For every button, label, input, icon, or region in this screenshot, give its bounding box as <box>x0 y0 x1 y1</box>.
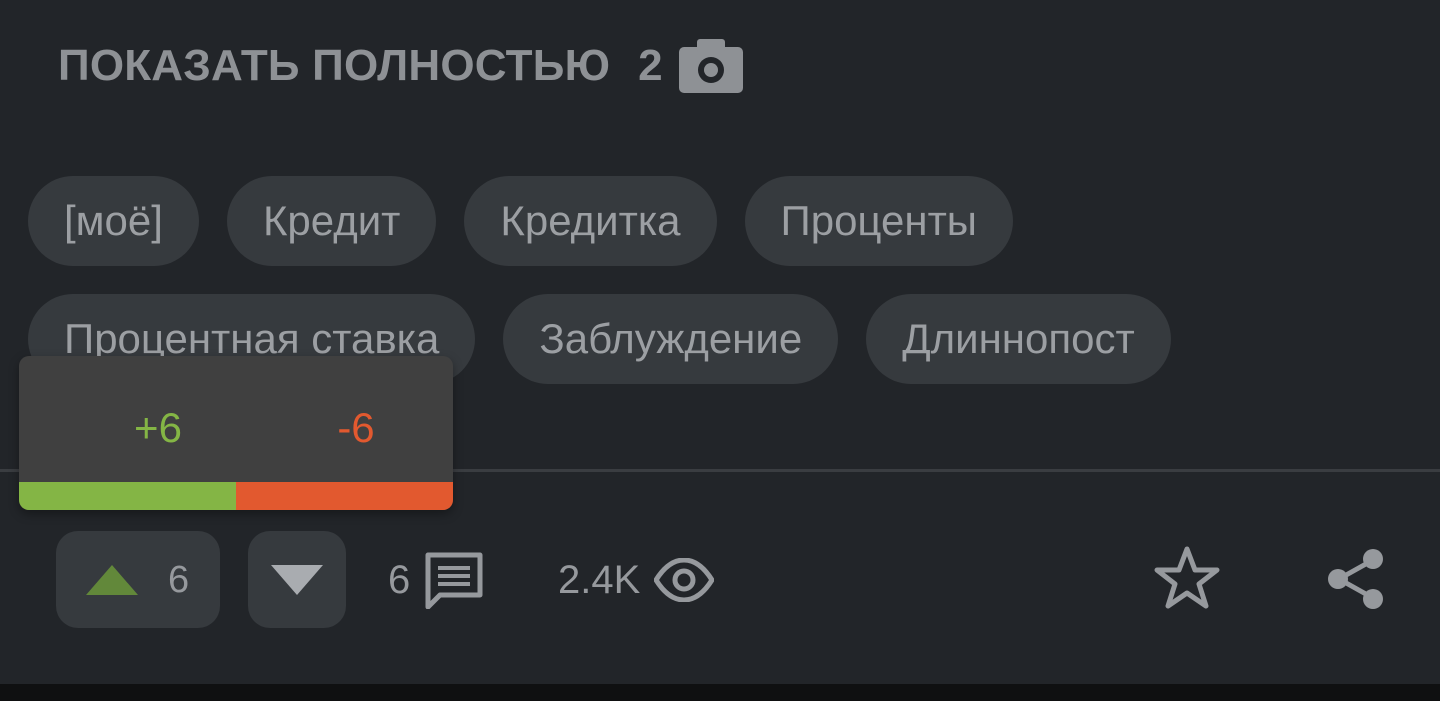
views-stat: 2.4K <box>558 548 715 612</box>
rating-breakdown-popup: +6 -6 <box>19 356 453 510</box>
bottom-bar <box>0 684 1440 701</box>
tag-chip-protsenty[interactable]: Проценты <box>744 176 1013 266</box>
tag-row: [моё] Кредит Кредитка Проценты <box>28 176 1428 266</box>
show-full-label: ПОКАЗАТЬ ПОЛНОСТЬЮ <box>58 41 611 90</box>
eye-icon <box>654 558 715 602</box>
downvote-button[interactable] <box>248 531 346 628</box>
upvote-button[interactable]: 6 <box>56 531 220 628</box>
comment-icon <box>425 552 483 609</box>
tag-chip-moe[interactable]: [моё] <box>28 176 199 266</box>
rating-minus-value: -6 <box>337 404 375 451</box>
tag-chip-kreditka[interactable]: Кредитка <box>464 176 717 266</box>
photo-count: 2 <box>638 39 743 93</box>
rating-ratio-positive <box>19 482 236 510</box>
show-full-button[interactable]: ПОКАЗАТЬ ПОЛНОСТЬЮ 2 <box>58 38 743 94</box>
rating-plus-value: +6 <box>134 404 182 451</box>
triangle-up-icon <box>86 565 138 595</box>
views-count: 2.4K <box>558 557 641 602</box>
share-icon[interactable] <box>1326 548 1386 610</box>
rating-ratio-bar <box>19 482 453 510</box>
star-icon[interactable] <box>1154 545 1220 611</box>
tag-chip-dlinnopost[interactable]: Длиннопост <box>866 294 1171 384</box>
comments-button[interactable]: 6 <box>388 548 484 612</box>
tag-chip-zabluzhdenie[interactable]: Заблуждение <box>503 294 839 384</box>
triangle-down-icon <box>271 564 323 595</box>
tag-chip-kredit[interactable]: Кредит <box>226 176 437 266</box>
upvote-count: 6 <box>168 559 190 601</box>
comments-count: 6 <box>388 557 411 602</box>
camera-icon <box>678 39 743 93</box>
rating-ratio-negative <box>236 482 453 510</box>
photo-count-value: 2 <box>638 41 663 90</box>
